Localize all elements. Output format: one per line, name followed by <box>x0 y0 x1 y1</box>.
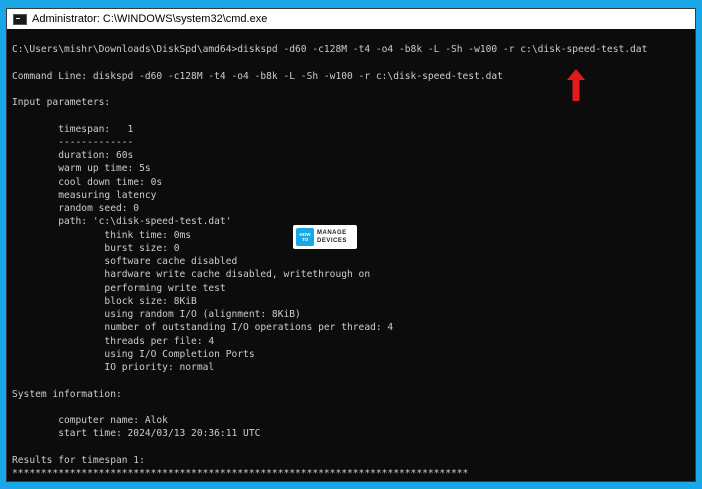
console-line: Results for timespan 1: <box>12 454 145 466</box>
console-line: using I/O Completion Ports <box>12 348 255 360</box>
console-line: random seed: 0 <box>12 203 140 214</box>
console-line: IO priority: normal <box>12 362 215 373</box>
console-line: block size: 8KiB <box>12 295 197 307</box>
console-line: timespan: 1 <box>12 123 134 135</box>
console-line: software cache disabled <box>12 256 238 267</box>
console-line: hardware write cache disabled, writethro… <box>12 269 371 281</box>
console-line: cool down time: 0s <box>12 176 163 188</box>
watermark-text: MANAGE DEVICES <box>317 229 347 245</box>
console-line: threads per file: 4 <box>12 335 215 347</box>
console-line: duration: 60s <box>12 150 134 161</box>
console-line: Command Line: diskspd -d60 -c128M -t4 -o… <box>12 70 503 82</box>
window-controls <box>623 9 695 29</box>
cmd-icon <box>13 13 27 25</box>
red-up-arrow-icon <box>567 69 585 101</box>
title-bar[interactable]: Administrator: C:\WINDOWS\system32\cmd.e… <box>7 9 695 29</box>
screenshot-frame: Administrator: C:\WINDOWS\system32\cmd.e… <box>0 0 702 489</box>
console-line: Input parameters: <box>12 97 111 108</box>
console-line: performing write test <box>12 282 226 294</box>
watermark-line1: MANAGE <box>317 230 347 236</box>
watermark-badge-bottom: TO <box>301 237 309 242</box>
console-line: number of outstanding I/O operations per… <box>12 322 394 334</box>
console-line: measuring latency <box>12 189 157 201</box>
watermark-logo: HOW TO MANAGE DEVICES <box>293 225 357 249</box>
console-line: start time: 2024/03/13 20:36:11 UTC <box>12 428 261 440</box>
console-line: System information: <box>12 388 122 400</box>
console-output[interactable]: C:\Users\mishr\Downloads\DiskSpd\amd64>d… <box>7 29 695 483</box>
console-line: computer name: Alok <box>12 415 168 426</box>
minimize-button[interactable] <box>623 9 647 29</box>
console-line: C:\Users\mishr\Downloads\DiskSpd\amd64>d… <box>12 44 648 55</box>
console-line: ------------- <box>12 136 134 148</box>
console-line: using random I/O (alignment: 8KiB) <box>12 309 301 320</box>
cmd-window: Administrator: C:\WINDOWS\system32\cmd.e… <box>6 8 696 482</box>
maximize-button[interactable] <box>647 9 671 29</box>
watermark-badge: HOW TO <box>296 228 314 246</box>
watermark-line2: DEVICES <box>317 238 347 244</box>
close-button[interactable] <box>671 9 695 29</box>
window-title: Administrator: C:\WINDOWS\system32\cmd.e… <box>32 13 268 25</box>
console-line: warm up time: 5s <box>12 163 151 175</box>
console-line: ****************************************… <box>12 468 469 479</box>
